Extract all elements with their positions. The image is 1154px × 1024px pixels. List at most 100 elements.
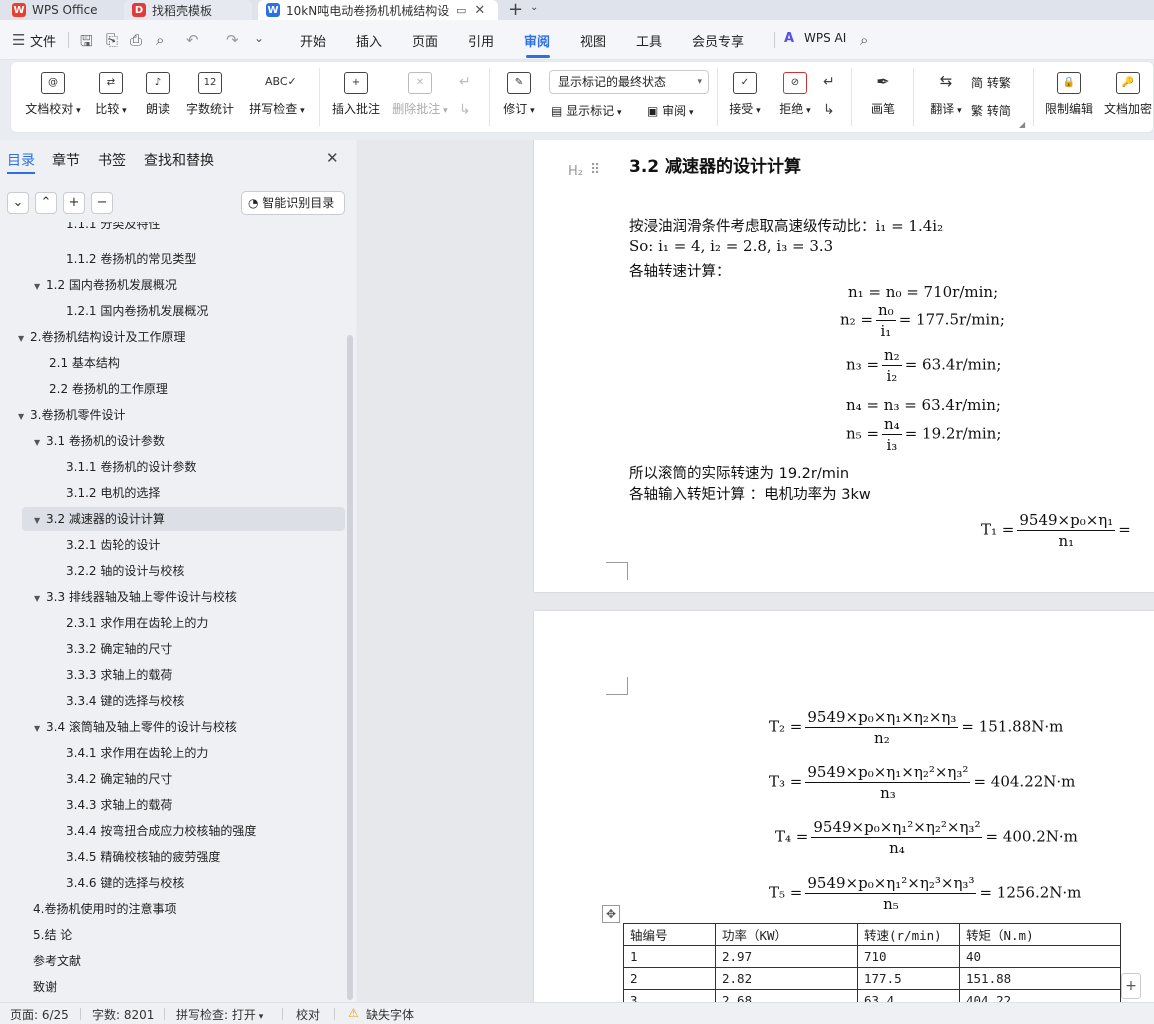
toc-item[interactable]: 3.2.1 齿轮的设计 [66, 533, 160, 557]
hamburger-icon[interactable]: ☰ [12, 31, 25, 49]
table-header-cell[interactable]: 功率（KW） [715, 923, 858, 946]
toc-item[interactable]: 3.4.3 求轴上的载荷 [66, 793, 172, 817]
show-markup-button[interactable]: ▤ 显示标记 ▾ [551, 102, 622, 119]
toc-item[interactable]: ▼ 1.2 国内卷扬机发展概况 [34, 273, 177, 297]
table-cell[interactable]: 2.82 [715, 967, 858, 990]
expand-triangle-icon[interactable]: ▼ [34, 509, 46, 533]
expand-triangle-icon[interactable]: ▼ [18, 405, 30, 429]
nav-scrollbar[interactable] [347, 335, 353, 1000]
spell-check-button[interactable]: ABC✓ 拼写检查 ▾ [245, 72, 309, 117]
smart-toc-button[interactable]: ◔ 智能识别目录 [241, 191, 345, 215]
tab-wps-office[interactable]: W WPS Office [4, 0, 114, 20]
delete-comment-button[interactable]: ✕ 删除批注 ▾ [389, 72, 451, 117]
expand-triangle-icon[interactable]: ▼ [34, 717, 46, 741]
toc-item[interactable]: 致谢 [33, 975, 57, 999]
toc-item[interactable]: 3.1.1 卷扬机的设计参数 [66, 455, 196, 479]
read-aloud-button[interactable]: ♪ 朗读 [141, 72, 175, 117]
translate-button[interactable]: ⇆ 翻译 ▾ [921, 72, 971, 117]
toc-item[interactable]: 2.3.1 求作用在齿轮上的力 [66, 611, 208, 635]
table-move-handle-icon[interactable]: ✥ [602, 905, 620, 923]
menu-member[interactable]: 会员专享 [692, 31, 744, 50]
export-icon[interactable]: ⎘ [106, 31, 118, 49]
print-icon[interactable]: ⎙ [130, 31, 142, 49]
menu-file[interactable]: 文件 [30, 31, 56, 50]
save-icon[interactable]: 🖫 [80, 31, 93, 56]
expand-triangle-icon[interactable]: ▼ [34, 431, 46, 455]
menu-page[interactable]: 页面 [412, 31, 438, 50]
expand-chevron-icon[interactable]: ⌃ [35, 192, 57, 214]
nav-tab-sections[interactable]: 章节 [52, 150, 80, 170]
to-traditional-button[interactable]: 简 转繁 [971, 74, 1011, 91]
print-preview-icon[interactable]: ⌕ [156, 31, 164, 49]
toc-item-selected[interactable]: ▼ 3.2 减速器的设计计算 [22, 507, 345, 531]
table-cell[interactable]: 710 [857, 945, 960, 968]
toc-item[interactable]: ▼ 3.4 滚筒轴及轴上零件的设计与校核 [34, 715, 237, 739]
toc-item[interactable]: 3.4.2 确定轴的尺寸 [66, 767, 172, 791]
close-pane-icon[interactable]: ✕ [326, 149, 339, 167]
redo-icon[interactable]: ↷ [226, 31, 239, 49]
compare-button[interactable]: ⇄ 比较 ▾ [91, 72, 131, 117]
table-header-cell[interactable]: 转速(r/min) [857, 923, 960, 946]
toc-item[interactable]: ▼ 2.卷扬机结构设计及工作原理 [18, 325, 185, 349]
toc-item[interactable]: 3.4.1 求作用在齿轮上的力 [66, 741, 208, 765]
toc-item[interactable]: 3.4.4 按弯扭合成应力校核轴的强度 [66, 819, 256, 843]
table-cell[interactable]: 2.68 [715, 989, 858, 1002]
toc-item[interactable]: 2.1 基本结构 [49, 351, 120, 375]
add-column-plus-icon[interactable]: + [1121, 973, 1141, 999]
table-cell[interactable]: 40 [959, 945, 1121, 968]
expand-triangle-icon[interactable]: ▼ [18, 327, 30, 351]
encrypt-button[interactable]: 🔑 文档加密 [1101, 72, 1154, 117]
toc-item[interactable]: 5.结 论 [33, 923, 72, 947]
pen-button[interactable]: ✒ 画笔 [863, 72, 903, 117]
toc-item[interactable]: 3.3.2 确定轴的尺寸 [66, 637, 172, 661]
toc-item[interactable]: 3.3.4 键的选择与校核 [66, 689, 184, 713]
next-comment-icon[interactable]: ↳ [459, 102, 471, 118]
menu-view[interactable]: 视图 [580, 31, 606, 50]
menu-reference[interactable]: 引用 [468, 31, 494, 50]
expand-triangle-icon[interactable]: ▼ [34, 587, 46, 611]
reject-button[interactable]: ⊘ 拒绝 ▾ [775, 72, 815, 117]
page-indicator[interactable]: 页面: 6/25 [10, 1006, 69, 1023]
toc-item[interactable]: 3.3.3 求轴上的载荷 [66, 663, 172, 687]
prev-change-icon[interactable]: ↵ [823, 74, 835, 90]
menu-insert[interactable]: 插入 [356, 31, 382, 50]
toc-item[interactable]: 3.4.5 精确校核轴的疲劳强度 [66, 845, 220, 869]
nav-tab-find-replace[interactable]: 查找和替换 [144, 150, 214, 170]
toc-item[interactable]: 3.2.2 轴的设计与校核 [66, 559, 184, 583]
new-tab-plus-icon[interactable]: + [508, 0, 523, 20]
markup-mode-select[interactable]: 显示标记的最终状态 ▾ [549, 70, 709, 94]
restrict-edit-button[interactable]: 🔒 限制编辑 [1041, 72, 1097, 117]
doc-check-button[interactable]: @ 文档校对 ▾ [23, 72, 83, 117]
tab-list-chevron-icon[interactable]: ⌄ [530, 2, 538, 13]
menu-wps-ai[interactable]: WPS AI [804, 31, 846, 45]
close-tab-icon[interactable]: ✕ [474, 3, 485, 18]
spell-check-status[interactable]: 拼写检查: 打开 ▾ [176, 1006, 263, 1023]
table-cell[interactable]: 63.4 [857, 989, 960, 1002]
toc-item[interactable]: 2.2 卷扬机的工作原理 [49, 377, 168, 401]
toc-item[interactable]: ▼ 3.3 排线器轴及轴上零件设计与校核 [34, 585, 237, 609]
window-mode-icon[interactable]: ▭ [456, 4, 466, 17]
nav-tab-toc[interactable]: 目录 [7, 150, 35, 170]
toc-item[interactable]: 1.2.1 国内卷扬机发展概况 [66, 299, 208, 323]
quick-access-chevron-icon[interactable]: ⌄ [254, 31, 264, 45]
search-icon[interactable]: ⌕ [860, 31, 868, 49]
toc-item[interactable]: 3.1.2 电机的选择 [66, 481, 160, 505]
review-pane-button[interactable]: ▣ 审阅 ▾ [647, 102, 694, 119]
menu-review[interactable]: 审阅 [524, 31, 550, 50]
toc-item[interactable]: 4.卷扬机使用时的注意事项 [33, 897, 176, 921]
undo-icon[interactable]: ↶ [186, 31, 199, 49]
to-simplified-button[interactable]: 繁 转简 [971, 102, 1011, 119]
toc-item[interactable]: 1.1.2 卷扬机的常见类型 [66, 247, 196, 271]
table-header-cell[interactable]: 轴编号 [623, 923, 716, 946]
missing-font-status[interactable]: 缺失字体 [366, 1006, 414, 1023]
proofread-status[interactable]: 校对 [296, 1006, 320, 1023]
menu-start[interactable]: 开始 [300, 31, 326, 50]
toc-item[interactable]: 3.4.6 键的选择与校核 [66, 871, 184, 895]
nav-tab-bookmarks[interactable]: 书签 [98, 150, 126, 170]
toc-item[interactable]: ▼ 3.1 卷扬机的设计参数 [34, 429, 165, 453]
accept-button[interactable]: ✓ 接受 ▾ [725, 72, 765, 117]
remove-level-icon[interactable]: − [91, 192, 113, 214]
table-cell[interactable]: 1 [623, 945, 716, 968]
add-level-icon[interactable]: + [63, 192, 85, 214]
word-count-status[interactable]: 字数: 8201 [92, 1006, 154, 1023]
